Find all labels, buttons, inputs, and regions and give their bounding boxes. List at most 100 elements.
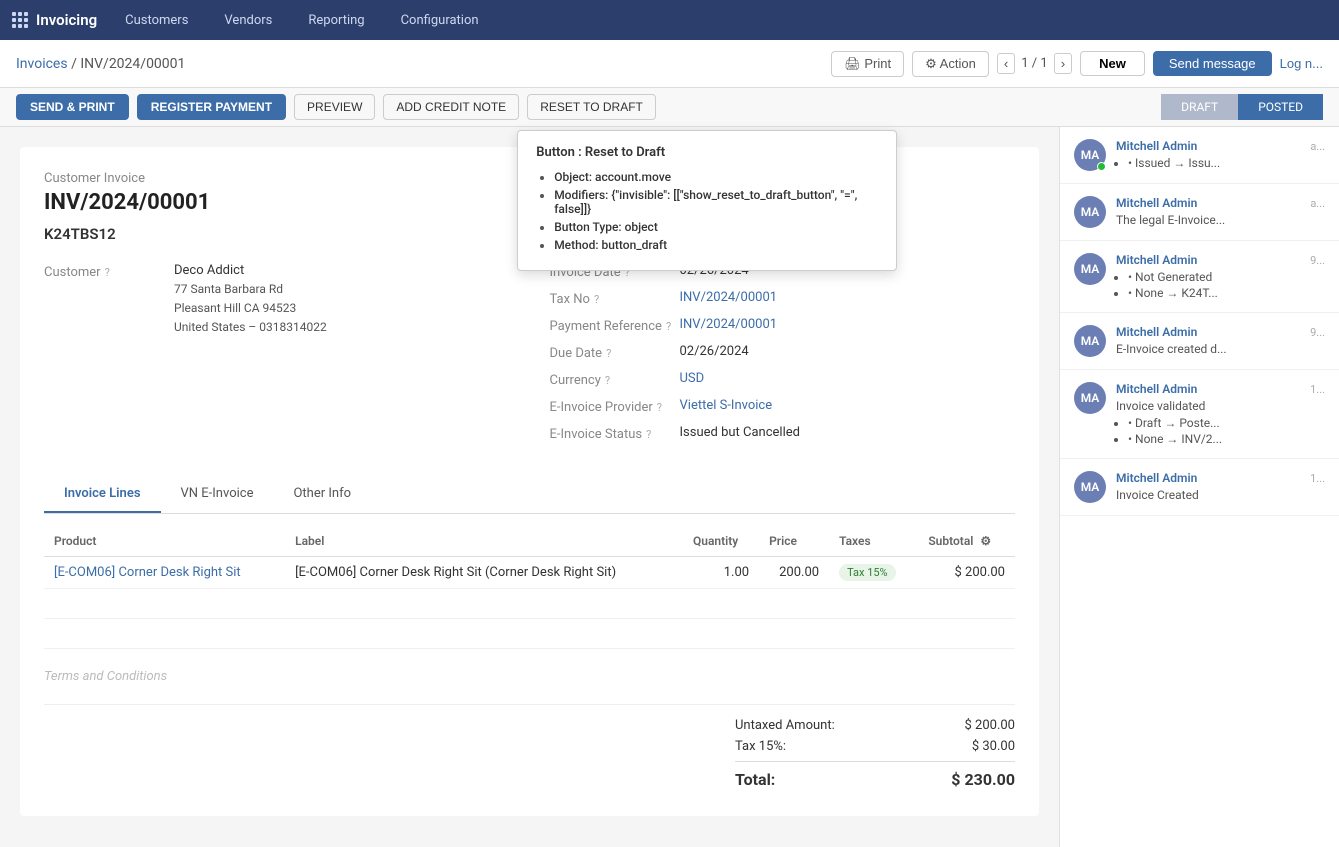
total-label: Total: (735, 770, 775, 789)
tooltip-button-type: Button Type: object (554, 220, 878, 234)
tooltip-method-label: Method: (554, 238, 598, 252)
form-grid: Customer ? Deco Addict 77 Santa Barbara … (44, 263, 1015, 452)
breadcrumb-invoices[interactable]: Invoices (16, 56, 68, 72)
tab-invoice-lines[interactable]: Invoice Lines (44, 476, 161, 513)
reset-to-draft-button[interactable]: RESET TO DRAFT (527, 94, 656, 120)
avatar-online-0 (1097, 162, 1106, 171)
untaxed-value: $ 200.00 (965, 718, 1016, 733)
chat-header-5: Mitchell Admin 1... (1116, 471, 1325, 485)
customer-address: 77 Santa Barbara Rd Pleasant Hill CA 945… (174, 280, 327, 338)
invoice-table: Product Label Quantity Price Taxes (44, 526, 1015, 649)
customer-name[interactable]: Deco Addict (174, 263, 244, 278)
total-value: $ 230.00 (951, 770, 1015, 789)
nav-customers[interactable]: Customers (117, 9, 196, 32)
register-payment-button[interactable]: REGISTER PAYMENT (137, 94, 286, 120)
action-button[interactable]: ⚙ Action (912, 51, 989, 77)
einvoice-status-value: Issued but Cancelled (680, 425, 800, 440)
chat-time-0: a... (1310, 140, 1325, 153)
chat-msg-4-0: • Draft → Poste... (1128, 416, 1325, 430)
action-bar: SEND & PRINT REGISTER PAYMENT PREVIEW AD… (0, 88, 1339, 127)
tabs: Invoice Lines VN E-Invoice Other Info (44, 476, 1015, 514)
currency-row: Currency ? USD (550, 371, 1016, 388)
col-subtotal: Subtotal ⚙ (918, 526, 1015, 557)
terms-label[interactable]: Terms and Conditions (44, 669, 1015, 684)
action-label: Action (940, 56, 976, 71)
tax-no-value[interactable]: INV/2024/00001 (680, 290, 778, 305)
due-date-label: Due Date ? (550, 344, 680, 361)
tax-row: Tax 15%: $ 30.00 (735, 736, 1015, 757)
tooltip-method-value: button_draft (602, 238, 668, 252)
tooltip-popup: Button : Reset to Draft Object: account.… (517, 130, 897, 271)
due-date-row: Due Date ? 02/26/2024 (550, 344, 1016, 361)
tab-other-info[interactable]: Other Info (273, 476, 371, 513)
einvoice-provider-value[interactable]: Viettel S-Invoice (680, 398, 773, 413)
nav-reporting[interactable]: Reporting (300, 9, 372, 32)
row-product[interactable]: [E-COM06] Corner Desk Right Sit (44, 557, 285, 589)
status-draft[interactable]: DRAFT (1161, 94, 1238, 120)
einvoice-status-help-icon: ? (646, 428, 651, 441)
new-button[interactable]: New (1080, 51, 1145, 76)
send-message-button[interactable]: Send message (1153, 51, 1272, 76)
row-price: 200.00 (759, 557, 829, 589)
tooltip-object: Object: account.move (554, 170, 878, 184)
nav-vendors[interactable]: Vendors (216, 9, 280, 32)
row-subtotal: $ 200.00 (918, 557, 1015, 589)
grid-icon (12, 12, 28, 28)
status-posted[interactable]: POSTED (1238, 94, 1323, 120)
table-row: [E-COM06] Corner Desk Right Sit [E-COM06… (44, 557, 1015, 589)
nav-configuration[interactable]: Configuration (393, 9, 487, 32)
send-print-button[interactable]: SEND & PRINT (16, 94, 129, 120)
avatar-1: MA (1074, 196, 1106, 228)
tooltip-button-type-label: Button Type: (554, 220, 621, 234)
chat-header-0: Mitchell Admin a... (1116, 139, 1325, 153)
prev-page-button[interactable]: ‹ (997, 53, 1015, 74)
top-navigation: Invoicing Customers Vendors Reporting Co… (0, 0, 1339, 40)
app-name[interactable]: Invoicing (36, 11, 97, 29)
breadcrumb-current: INV/2024/00001 (80, 56, 185, 72)
einvoice-provider-label: E-Invoice Provider ? (550, 398, 680, 415)
chat-entry-2: MA Mitchell Admin 9... • Not Generated •… (1060, 241, 1339, 313)
chat-entry-3: MA Mitchell Admin 9... E-Invoice created… (1060, 313, 1339, 370)
row-label: [E-COM06] Corner Desk Right Sit (Corner … (285, 557, 683, 589)
chat-header-4: Mitchell Admin 1... (1116, 382, 1325, 396)
log-button[interactable]: Log n... (1280, 56, 1323, 71)
einvoice-status-row: E-Invoice Status ? Issued but Cancelled (550, 425, 1016, 442)
chat-msg-2-0: • Not Generated (1128, 270, 1325, 284)
app-logo[interactable]: Invoicing (12, 11, 97, 29)
chat-title-4: Invoice validated (1116, 399, 1325, 413)
empty-row (44, 589, 1015, 619)
avatar-0: MA (1074, 139, 1106, 171)
tooltip-object-label: Object: (554, 170, 592, 184)
pagination-info: 1 / 1 (1021, 56, 1047, 71)
address-line1: 77 Santa Barbara Rd (174, 280, 327, 299)
customer-field-row: Customer ? Deco Addict 77 Santa Barbara … (44, 263, 510, 338)
chat-time-2: 9... (1310, 254, 1325, 267)
next-page-button[interactable]: › (1054, 53, 1072, 74)
preview-button[interactable]: PREVIEW (294, 94, 375, 120)
tab-vn-einvoice[interactable]: VN E-Invoice (161, 476, 274, 513)
chat-entry-4: MA Mitchell Admin 1... Invoice validated… (1060, 370, 1339, 459)
chat-content-2: • Not Generated • None → K24T... (1116, 270, 1325, 300)
due-date-value: 02/26/2024 (680, 344, 749, 359)
add-credit-note-button[interactable]: ADD CREDIT NOTE (383, 94, 519, 120)
col-subtotal-icon[interactable]: ⚙ (980, 534, 991, 548)
breadcrumb-separator: / (71, 56, 80, 72)
payment-ref-value[interactable]: INV/2024/00001 (680, 317, 778, 332)
sidebar-chat: MA Mitchell Admin a... • Issued → Issu..… (1059, 127, 1339, 847)
col-price: Price (759, 526, 829, 557)
avatar-5: MA (1074, 471, 1106, 503)
untaxed-label: Untaxed Amount: (735, 718, 835, 733)
chat-content-3: E-Invoice created d... (1116, 342, 1325, 356)
tooltip-list: Object: account.move Modifiers: {"invisi… (536, 170, 878, 252)
table-header-row: Product Label Quantity Price Taxes (44, 526, 1015, 557)
chat-msg-2-1: • None → K24T... (1128, 286, 1325, 300)
print-button[interactable]: 🖨 Print (831, 51, 904, 77)
chat-entry-1: MA Mitchell Admin a... The legal E-Invoi… (1060, 184, 1339, 241)
currency-value[interactable]: USD (680, 371, 705, 386)
einvoice-status-label: E-Invoice Status ? (550, 425, 680, 442)
chat-header-2: Mitchell Admin 9... (1116, 253, 1325, 267)
status-flow: DRAFT POSTED (1161, 94, 1323, 120)
avatar-3: MA (1074, 325, 1106, 357)
form-left: Customer ? Deco Addict 77 Santa Barbara … (44, 263, 510, 452)
tax-no-help-icon: ? (594, 293, 599, 306)
